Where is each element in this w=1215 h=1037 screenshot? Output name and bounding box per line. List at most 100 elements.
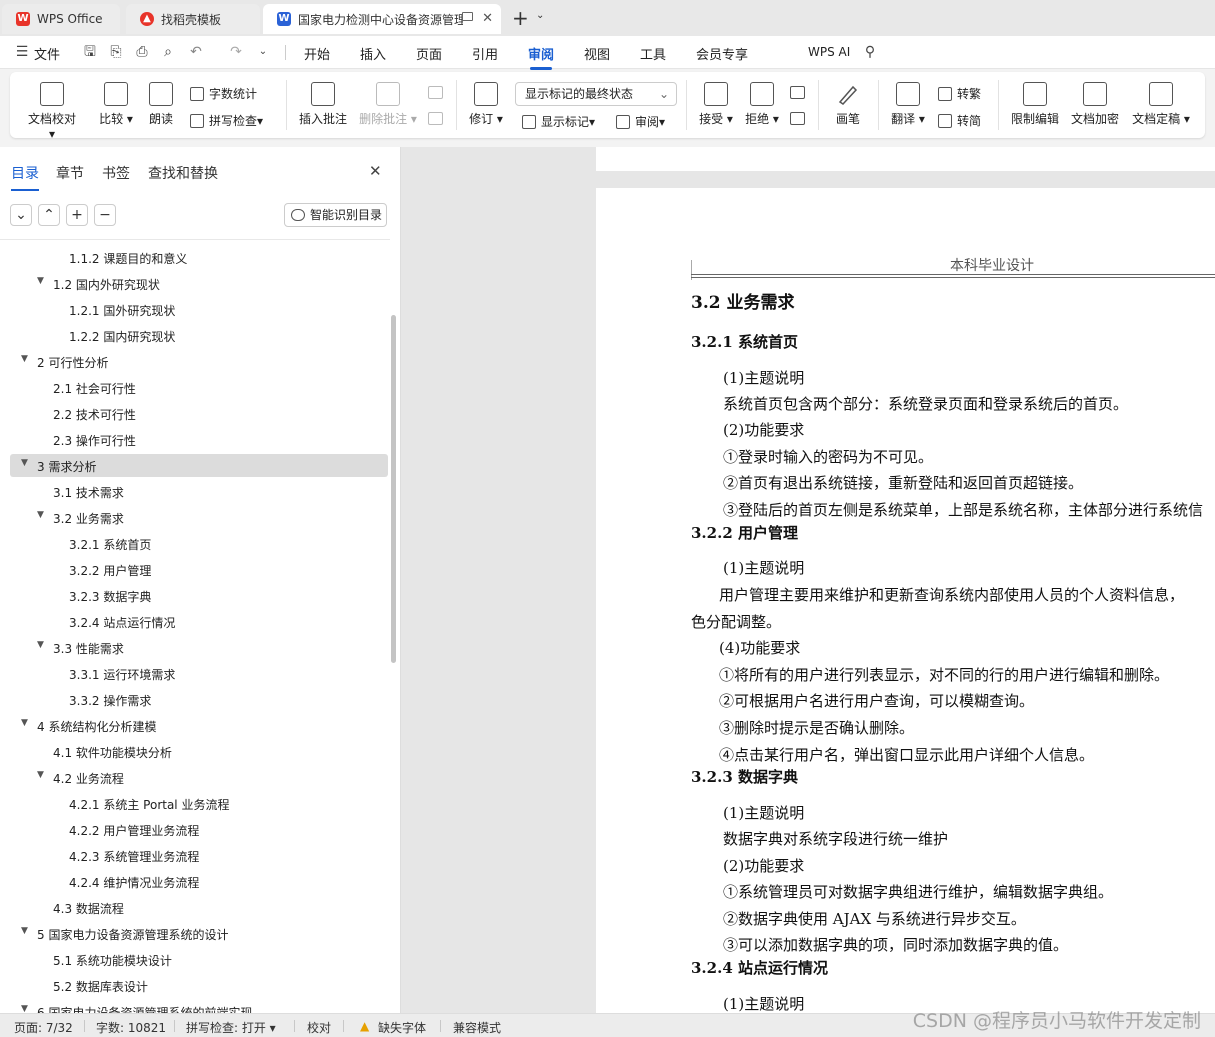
tab-bookmarks[interactable]: 书签 [102,163,130,183]
export-icon[interactable]: ⎘ [108,44,124,60]
toc-item[interactable]: ▼ 4 系统结构化分析建模 [21,718,156,735]
review-pane-button[interactable]: 审阅 ▾ [616,113,665,130]
toc-item[interactable]: 2.2 技术可行性 [53,406,136,423]
menu-view[interactable]: 视图 [584,44,610,63]
close-icon[interactable]: ✕ [482,11,493,26]
toc-item[interactable]: 3.1 技术需求 [53,484,124,501]
track-changes-button[interactable]: 修订 ▾ [466,82,506,127]
menu-review[interactable]: 审阅 [528,44,554,70]
expand-arrow-icon[interactable]: ▼ [21,354,28,364]
toc-item[interactable]: 3.2.2 用户管理 [69,562,151,579]
page-indicator[interactable]: 页面: 7/32 [14,1019,73,1036]
toc-item[interactable]: ▼ 3 需求分析 [21,458,96,475]
next-comment-icon[interactable] [428,112,443,125]
expand-arrow-icon[interactable]: ▼ [37,640,44,650]
print-icon[interactable]: ⎙ [134,44,150,60]
close-icon[interactable]: ✕ [369,162,382,180]
tab-toc[interactable]: 目录 [11,163,39,191]
menu-file[interactable]: 文件 [34,44,60,63]
search-icon[interactable]: ⚲ [862,44,878,60]
toc-item[interactable]: ▼ 3.2 业务需求 [37,510,124,527]
finalize-button[interactable]: 文档定稿 ▾ [1130,82,1192,127]
undo-icon[interactable]: ↶ [188,44,204,60]
tab-find-replace[interactable]: 查找和替换 [148,163,218,183]
toc-item[interactable]: 5.1 系统功能模块设计 [53,952,172,969]
toc-item[interactable]: 4.2.4 维护情况业务流程 [69,874,199,891]
redo-icon[interactable]: ↷ [228,44,244,60]
expand-arrow-icon[interactable]: ▼ [37,276,44,286]
print-preview-icon[interactable]: ⌕ [160,44,176,60]
add-heading-button[interactable]: + [66,204,88,226]
toc-item[interactable]: ▼ 6 国家电力设备资源管理系统的前端实现 [21,1004,252,1013]
move-up-button[interactable]: ⌃ [38,204,60,226]
toc-item[interactable]: 3.2.3 数据字典 [69,588,151,605]
menu-insert[interactable]: 插入 [360,44,386,63]
toc-item[interactable]: 1.1.2 课题目的和意义 [69,250,187,267]
hamburger-icon[interactable]: ☰ [14,44,30,60]
remove-heading-button[interactable]: − [94,204,116,226]
toc-scrollbar[interactable] [391,315,396,663]
toc-item[interactable]: 4.3 数据流程 [53,900,124,917]
expand-arrow-icon[interactable]: ▼ [37,510,44,520]
toc-item[interactable]: 3.3.1 运行环境需求 [69,666,175,683]
tab-current-document[interactable]: W 国家电力检测中心设备资源管理 ✕ [263,4,501,34]
new-tab-plus-icon[interactable]: + [512,6,529,30]
previous-comment-icon[interactable] [428,86,443,99]
to-traditional-button[interactable]: 转繁 [938,85,981,102]
toc-item[interactable]: 3.2.4 站点运行情况 [69,614,175,631]
tab-wps-office[interactable]: W WPS Office [2,4,120,34]
expand-arrow-icon[interactable]: ▼ [21,1004,28,1013]
spell-check-button[interactable]: 拼写检查 ▾ [190,112,263,129]
compare-button[interactable]: 比较 ▾ [96,82,136,127]
pen-button[interactable]: 画笔 [832,82,864,127]
toc-item[interactable]: 4.2.1 系统主 Portal 业务流程 [69,796,229,813]
toc-item[interactable]: 4.2.3 系统管理业务流程 [69,848,199,865]
collapse-all-button[interactable]: ⌄ [10,204,32,226]
menu-home[interactable]: 开始 [304,44,330,63]
menu-member[interactable]: 会员专享 [696,44,748,63]
toc-item[interactable]: ▼ 4.2 业务流程 [37,770,124,787]
menu-page[interactable]: 页面 [416,44,442,63]
restrict-edit-button[interactable]: 限制编辑 [1010,82,1060,127]
show-markup-button[interactable]: 显示标记 ▾ [522,113,595,130]
insert-comment-button[interactable]: 插入批注 [298,82,348,127]
menu-references[interactable]: 引用 [472,44,498,63]
spell-check-status[interactable]: 拼写检查: 打开 ▾ [186,1019,276,1036]
expand-arrow-icon[interactable]: ▼ [21,458,28,468]
toc-item[interactable]: 2.1 社会可行性 [53,380,136,397]
missing-font-status[interactable]: 缺失字体 [378,1019,426,1036]
read-aloud-button[interactable]: 朗读 [146,82,176,127]
toc-item[interactable]: 4.2.2 用户管理业务流程 [69,822,199,839]
toc-item[interactable]: 3.2.1 系统首页 [69,536,151,553]
monitor-icon[interactable] [462,12,473,21]
expand-arrow-icon[interactable]: ▼ [21,926,28,936]
toc-item[interactable]: 1.2.1 国外研究现状 [69,302,175,319]
toc-item[interactable]: ▼ 5 国家电力设备资源管理系统的设计 [21,926,228,943]
toc-item[interactable]: ▼ 2 可行性分析 [21,354,108,371]
expand-arrow-icon[interactable]: ▼ [37,770,44,780]
translate-button[interactable]: 翻译 ▾ [888,82,928,127]
toc-item[interactable]: 2.3 操作可行性 [53,432,136,449]
tab-docer-templates[interactable]: ▲ 找稻壳模板 [126,4,260,34]
word-count[interactable]: 字数: 10821 [96,1019,166,1036]
menu-tools[interactable]: 工具 [640,44,666,63]
proofread-status[interactable]: 校对 [307,1019,331,1036]
accept-button[interactable]: 接受 ▾ [696,82,736,127]
doc-check-button[interactable]: 文档校对 ▾ [28,82,76,141]
toc-item[interactable]: 1.2.2 国内研究现状 [69,328,175,345]
markup-mode-select[interactable]: 显示标记的最终状态 ⌄ [515,82,677,106]
ai-toc-button[interactable]: 智能识别目录 [284,203,387,227]
toc-item[interactable]: ▼ 1.2 国内外研究现状 [37,276,160,293]
encrypt-button[interactable]: 文档加密 [1070,82,1120,127]
tab-chapters[interactable]: 章节 [56,163,84,183]
word-count-button[interactable]: 字数统计 [190,85,257,102]
menu-wps-ai[interactable]: WPS AI [808,45,850,59]
previous-change-icon[interactable] [790,86,805,99]
next-change-icon[interactable] [790,112,805,125]
toc-item[interactable]: 4.1 软件功能模块分析 [53,744,172,761]
save-icon[interactable]: 🖫 [82,44,98,60]
reject-button[interactable]: 拒绝 ▾ [742,82,782,127]
chevron-down-icon[interactable]: ⌄ [536,10,544,21]
toc-item[interactable]: 5.2 数据库表设计 [53,978,148,995]
toc-item[interactable]: ▼ 3.3 性能需求 [37,640,124,657]
